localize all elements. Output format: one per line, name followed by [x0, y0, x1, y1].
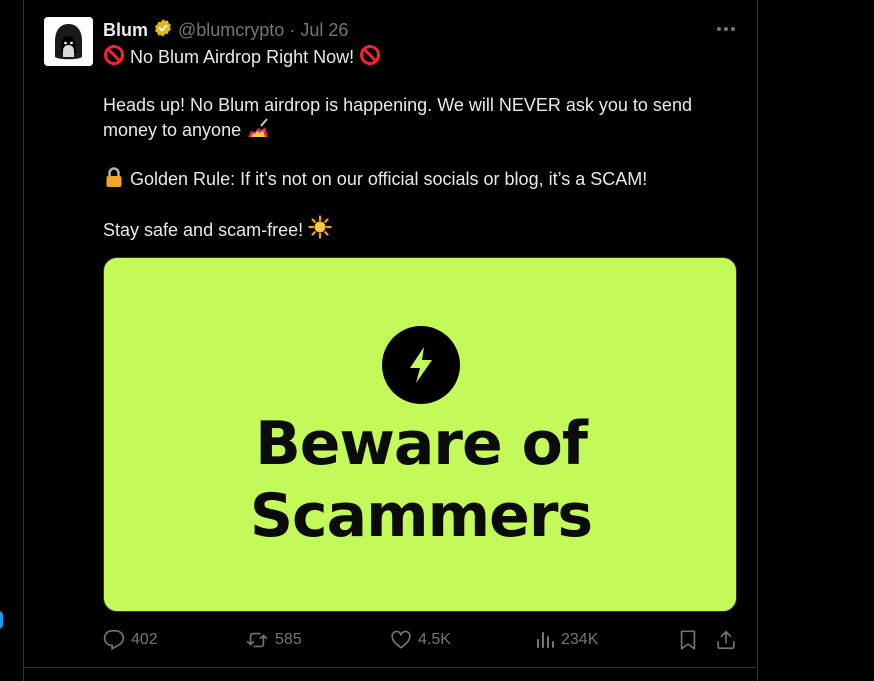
heart-icon	[391, 630, 411, 649]
right-divider	[757, 0, 758, 681]
bottom-divider	[23, 667, 758, 668]
separator: ·	[289, 19, 296, 40]
lightning-bolt-badge	[382, 326, 460, 404]
repost-count: 585	[275, 631, 302, 648]
gold-verified-icon	[153, 18, 173, 43]
reply-button[interactable]: 402	[103, 626, 158, 654]
view-count: 234K	[561, 631, 599, 648]
media-image[interactable]: Beware of Scammers	[103, 257, 737, 612]
lightning-bolt-icon	[410, 347, 432, 383]
views-chart-icon	[537, 632, 554, 648]
tweet-text-line-4: Golden Rule: If it’s not on our official…	[103, 166, 647, 194]
views-button[interactable]: 234K	[535, 626, 598, 654]
repost-icon	[246, 632, 268, 648]
display-name[interactable]: Blum	[103, 20, 148, 41]
avatar[interactable]	[44, 17, 93, 66]
reply-count: 402	[131, 631, 158, 648]
bookmark-icon	[680, 630, 696, 650]
share-icon	[717, 630, 735, 650]
lock-icon	[103, 166, 125, 194]
reply-icon	[103, 630, 125, 651]
bookmark-button[interactable]	[677, 626, 699, 654]
tweet-text-line-2: Heads up! No Blum airdrop is happening. …	[103, 95, 692, 115]
like-button[interactable]: 4.5K	[390, 626, 451, 654]
media-title-line-2: Scammers	[249, 481, 593, 551]
more-dots-icon	[717, 27, 735, 31]
prohibited-icon	[359, 44, 381, 72]
tweet-text-line-3: money to anyone	[103, 117, 270, 145]
prohibited-icon	[103, 44, 125, 72]
left-divider	[23, 0, 24, 681]
tweet-text-line-1: No Blum Airdrop Right Now!	[103, 44, 381, 72]
tweet-text-line-5: Stay safe and scam-free!	[103, 215, 332, 245]
like-count: 4.5K	[418, 631, 451, 648]
media-title-line-1: Beware of	[255, 409, 588, 479]
more-options-button[interactable]	[713, 18, 739, 40]
nail-polish-icon	[246, 117, 270, 145]
tweet-text-money: money to anyone	[103, 120, 242, 140]
repost-button[interactable]: 585	[245, 626, 302, 654]
sun-icon	[308, 215, 332, 245]
tweet-actions-bar: 402 585 4.5K 234K	[0, 626, 874, 654]
tweet-header: Blum @blumcrypto · Jul 26	[103, 18, 348, 42]
handle[interactable]: @blumcrypto	[178, 20, 284, 41]
timestamp[interactable]: Jul 26	[300, 20, 348, 41]
headline: No Blum Airdrop Right Now!	[130, 47, 355, 67]
hooded-figure-icon	[44, 17, 93, 66]
share-button[interactable]	[715, 626, 737, 654]
stay-safe-text: Stay safe and scam-free!	[103, 220, 304, 240]
golden-rule-text: Golden Rule: If it’s not on our official…	[130, 169, 648, 189]
